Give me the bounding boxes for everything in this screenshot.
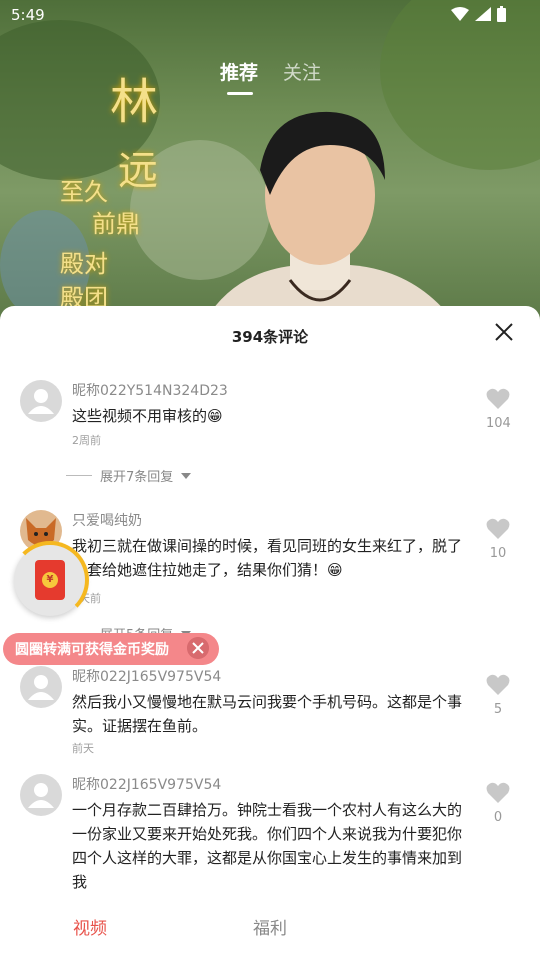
default-avatar-icon [28,783,54,808]
heart-icon [486,518,510,539]
like-button[interactable]: 5 [486,674,510,717]
reward-banner[interactable]: 圆圈转满可获得金币奖励 [3,633,219,665]
heart-icon [486,388,510,409]
like-button[interactable]: 0 [486,782,510,825]
comment-username[interactable]: 昵称022Y514N324D23 [72,380,228,400]
status-bar: 5:49 [0,0,540,30]
avatar[interactable] [20,380,62,422]
active-tab-indicator [227,92,253,95]
calligraphy-line: 至久 [60,178,108,206]
signal-icon [475,7,491,21]
close-icon[interactable] [494,322,514,342]
heart-icon [486,782,510,803]
comment-text: 然后我小又慢慢地在默马云问我要个手机号码。这都是个事实。证据摆在鱼前。 [72,693,463,735]
comment-text: 一个月存款二百肆拾万。钟院士看我一个农村人有这么大的一份家业又要来开始处死我。你… [72,801,463,891]
comment-text: 这些视频不用审核的😁 [72,407,223,425]
reward-progress-widget[interactable]: ¥ [11,541,89,619]
calligraphy-line: 前鼎 [92,210,140,238]
default-avatar-icon [28,389,54,414]
nav-video[interactable]: 视频 [73,914,107,939]
person-figure [205,111,453,320]
comment-time: 2周前 [72,434,101,447]
heart-icon [486,674,510,695]
expand-replies[interactable]: 展开7条回复 [66,466,192,485]
like-count: 10 [489,546,507,561]
comment-username[interactable]: 只爱喝纯奶 [72,510,142,530]
tab-follow[interactable]: 关注 [283,58,321,85]
reward-banner-text: 圆圈转满可获得金币奖励 [15,642,169,658]
video-background[interactable]: 林 远 至久 前鼎 殿对 殿团 [0,0,540,320]
comment-username[interactable]: 昵称022J165V975V54 [72,774,221,794]
comment-count-title: 394条评论 [231,328,309,346]
avatar[interactable] [20,774,62,816]
status-time: 5:49 [11,6,45,24]
bottom-nav: 视频 福利 [0,900,540,960]
tab-recommend[interactable]: 推荐 [220,58,258,85]
like-count: 104 [486,416,511,431]
like-count: 0 [493,810,503,825]
default-avatar-icon [28,675,54,700]
coin-icon: ¥ [42,572,58,588]
wifi-icon [451,7,469,21]
close-icon[interactable] [187,637,209,659]
calligraphy-line: 殿对 [60,250,108,278]
like-count: 5 [493,702,503,717]
nav-welfare[interactable]: 福利 [253,914,287,939]
like-button[interactable]: 104 [486,388,511,431]
status-icons [451,6,506,22]
calligraphy-glyph: 远 [118,148,158,194]
avatar[interactable] [20,666,62,708]
comment-username[interactable]: 昵称022J165V975V54 [72,666,221,686]
comment-text: 我初三就在做课间操的时候，看见同班的女生来红了，脱了外套给她遮住拉她走了，结果你… [72,537,463,579]
comment-time: 前天 [72,742,94,755]
like-button[interactable]: 10 [486,518,510,561]
top-tabs: 推荐 关注 [0,58,540,98]
red-envelope-icon: ¥ [35,560,65,600]
battery-icon [497,6,506,22]
chevron-down-icon [181,472,192,479]
divider-line [66,475,92,476]
expand-replies-label: 展开7条回复 [100,470,174,485]
